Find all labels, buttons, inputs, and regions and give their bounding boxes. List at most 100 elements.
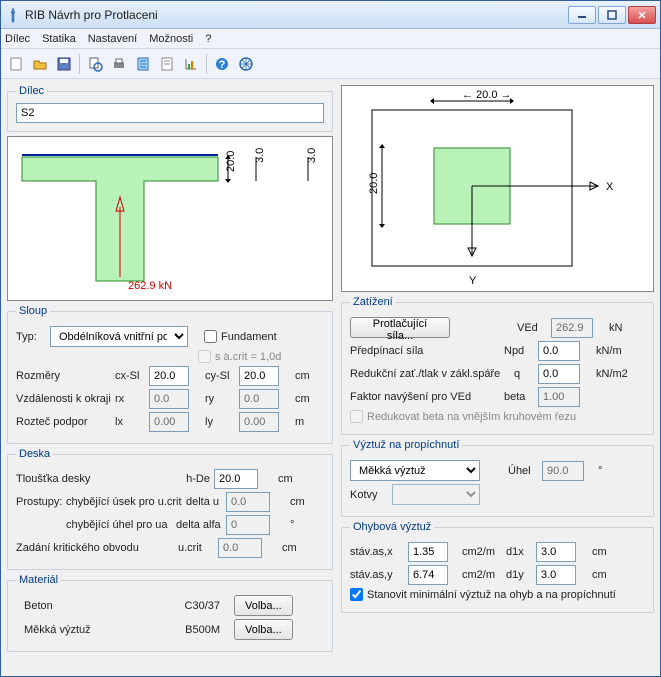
menubar: Dílec Statika Nastavení Možnosti ? <box>1 29 660 49</box>
menu-moznosti[interactable]: Možnosti <box>149 33 193 45</box>
dim-left: 20.0 <box>368 173 380 194</box>
ohyb-legend: Ohybová výztuž <box>350 521 434 533</box>
asx-label: stáv.as,x <box>350 546 404 558</box>
vyztuz-value: B500M <box>170 624 220 636</box>
zatizeni-group: Zatížení Protlačující síla... VEd kN Pře… <box>341 296 654 435</box>
asx-input[interactable] <box>408 542 448 562</box>
reduk-beta-check <box>350 410 363 423</box>
dilec-input[interactable] <box>16 103 324 123</box>
q-label: q <box>514 368 534 380</box>
dim-h: 20.0 <box>225 151 237 172</box>
cm-unit: cm <box>295 370 310 382</box>
vyztuz-label: Měkká výztuž <box>16 624 166 636</box>
npd-input[interactable] <box>538 341 580 361</box>
menu-statika[interactable]: Statika <box>42 33 76 45</box>
app-icon <box>5 7 21 23</box>
minimize-button[interactable] <box>568 6 596 24</box>
dim-v2: 3.0 <box>306 148 318 163</box>
chyb-uhel-label: chybějící úhel pro ua <box>66 519 172 531</box>
material-group: Materiál Beton C30/37 Volba... Měkká výz… <box>7 574 333 652</box>
open-icon[interactable] <box>29 53 51 75</box>
du-label: delta u <box>186 496 222 508</box>
cy-label: cy-Sl <box>205 370 235 382</box>
vyztuz-select[interactable]: Měkká výztuž <box>350 460 480 481</box>
list-icon[interactable] <box>156 53 178 75</box>
typ-select[interactable]: Obdélníková vnitřní po <box>50 326 188 347</box>
close-button[interactable] <box>628 6 656 24</box>
d1x-label: d1x <box>506 546 532 558</box>
section-diagram: 20.0 3.0 3.0 262.9 kN <box>7 136 333 301</box>
acrit-label: s a.crit = 1,0d <box>215 351 281 363</box>
print-preview-icon[interactable] <box>84 53 106 75</box>
ry-input <box>239 389 279 409</box>
chart-icon[interactable] <box>180 53 202 75</box>
ly-label: ly <box>205 416 235 428</box>
rx-input <box>149 389 189 409</box>
reduk-beta-label: Redukovat beta na vnějším kruhovém řezu <box>367 411 576 423</box>
da-label: delta alfa <box>176 519 222 531</box>
faktor-label: Faktor navýšení pro VEd <box>350 391 500 403</box>
window-title: RIB Návrh pro Protlaceni <box>25 8 568 22</box>
maximize-button[interactable] <box>598 6 626 24</box>
force-label: 262.9 kN <box>128 280 172 292</box>
npd-label: Npd <box>504 345 534 357</box>
ucrit-label: u.crit <box>178 542 214 554</box>
material-legend: Materiál <box>16 574 61 586</box>
chyb-usek-label: chybějící úsek pro u.crit <box>66 496 182 508</box>
uhel-input <box>542 461 584 481</box>
menu-dilec[interactable]: Dílec <box>5 33 30 45</box>
logo-icon[interactable] <box>235 53 257 75</box>
du-input <box>226 492 270 512</box>
cy-input[interactable] <box>239 366 279 386</box>
ry-label: ry <box>205 393 235 405</box>
help-icon[interactable]: ? <box>211 53 233 75</box>
cx-input[interactable] <box>149 366 189 386</box>
axis-y: Y <box>469 275 477 287</box>
svg-text:?: ? <box>219 59 226 71</box>
rx-label: rx <box>115 393 145 405</box>
asy-input[interactable] <box>408 565 448 585</box>
ucrit-input <box>218 538 262 558</box>
vzd-label: Vzdálenosti k okraji <box>16 393 111 405</box>
lx-input <box>149 412 189 432</box>
save-icon[interactable] <box>53 53 75 75</box>
print-icon[interactable] <box>108 53 130 75</box>
deska-legend: Deska <box>16 448 53 460</box>
predp-label: Předpínací síla <box>350 345 500 357</box>
vyztuz-volba-button[interactable]: Volba... <box>234 619 293 640</box>
tloustka-label: Tloušťka desky <box>16 473 156 485</box>
d1x-input[interactable] <box>536 542 576 562</box>
h-input[interactable] <box>214 469 258 489</box>
beta-label: beta <box>504 391 534 403</box>
zatizeni-legend: Zatížení <box>350 296 396 308</box>
min-vyztuz-check[interactable] <box>350 588 363 601</box>
beton-label: Beton <box>16 600 166 612</box>
dilec-legend: Dílec <box>16 85 47 97</box>
beton-value: C30/37 <box>170 600 220 612</box>
titlebar: RIB Návrh pro Protlaceni <box>1 1 660 29</box>
kotvy-label: Kotvy <box>350 489 388 501</box>
fundament-label: Fundament <box>221 331 277 343</box>
vyztuz-prop-legend: Výztuž na propíchnutí <box>350 439 462 451</box>
q-input[interactable] <box>538 364 580 384</box>
sloup-group: Sloup Typ: Obdélníková vnitřní po Fundam… <box>7 305 333 444</box>
beton-volba-button[interactable]: Volba... <box>234 595 293 616</box>
h-label: h-De <box>160 473 210 485</box>
new-icon[interactable] <box>5 53 27 75</box>
d1y-input[interactable] <box>536 565 576 585</box>
fundament-check[interactable] <box>204 330 217 343</box>
kotvy-select <box>392 484 480 505</box>
menu-nastaveni[interactable]: Nastavení <box>88 33 138 45</box>
menu-help[interactable]: ? <box>205 33 211 45</box>
dim-v1: 3.0 <box>254 148 266 163</box>
roztec-label: Rozteč podpor <box>16 416 111 428</box>
axis-x: X <box>606 181 614 193</box>
app-window: RIB Návrh pro Protlaceni Dílec Statika N… <box>0 0 661 677</box>
protlac-button[interactable]: Protlačující síla... <box>350 317 450 338</box>
zadani-label: Zadání kritického obvodu <box>16 542 174 554</box>
vyztuz-prop-group: Výztuž na propíchnutí Měkká výztuž Úhel … <box>341 439 654 517</box>
prostupy-label: Prostupy: <box>16 496 62 508</box>
report-icon[interactable] <box>132 53 154 75</box>
dim-top: ← 20.0 → <box>462 89 512 101</box>
dilec-group: Dílec <box>7 85 333 132</box>
